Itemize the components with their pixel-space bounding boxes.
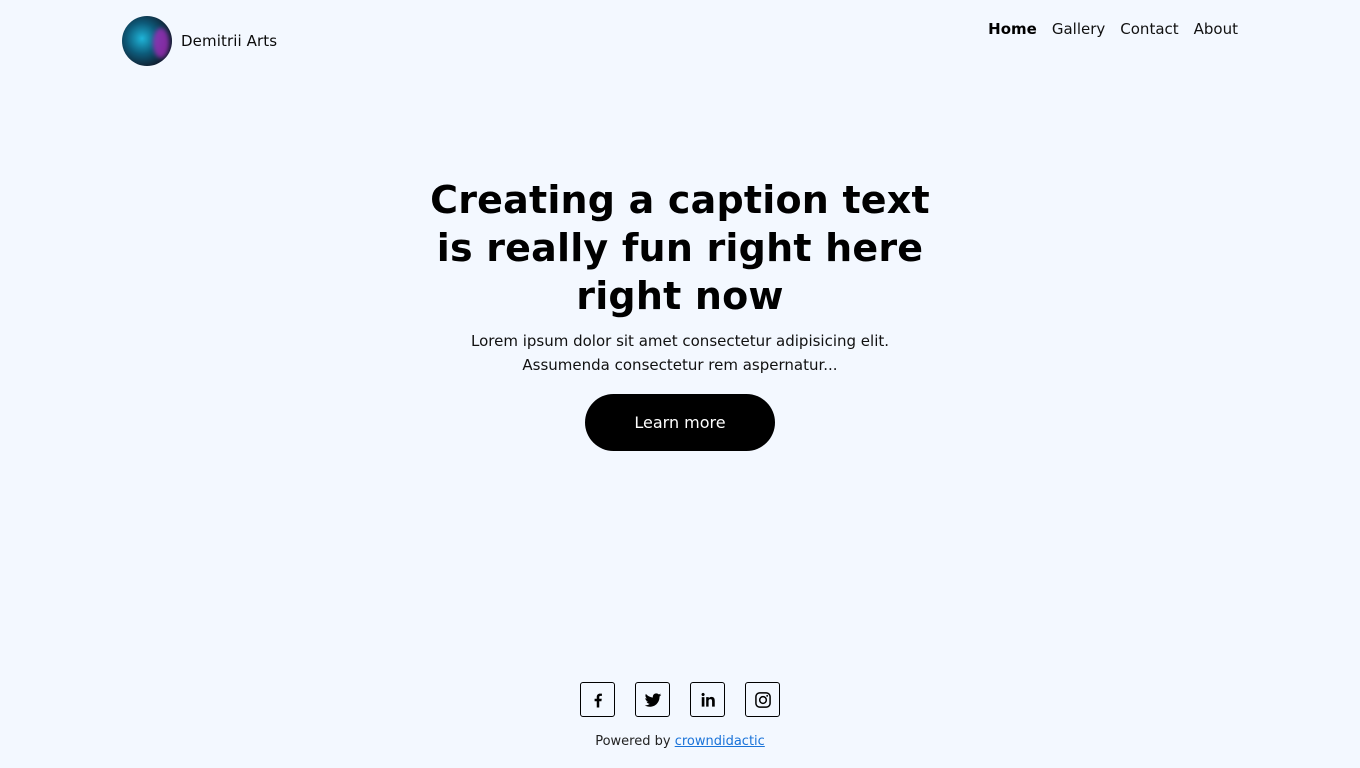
twitter-link[interactable] bbox=[635, 682, 670, 717]
avatar bbox=[122, 16, 172, 66]
facebook-link[interactable] bbox=[580, 682, 615, 717]
nav-link-home[interactable]: Home bbox=[988, 19, 1037, 39]
main-nav: Home Gallery Contact About bbox=[988, 19, 1238, 39]
nav-link-gallery[interactable]: Gallery bbox=[1052, 19, 1105, 39]
brand-link[interactable]: Demitrii Arts bbox=[122, 16, 277, 66]
twitter-icon bbox=[643, 690, 663, 710]
linkedin-icon bbox=[698, 690, 718, 710]
hero-title: Creating a caption text is really fun ri… bbox=[430, 178, 930, 318]
learn-more-button[interactable]: Learn more bbox=[585, 394, 775, 451]
brand-name: Demitrii Arts bbox=[181, 32, 278, 50]
site-header: Demitrii Arts Home Gallery Contact About bbox=[122, 16, 1238, 68]
facebook-icon bbox=[588, 690, 608, 710]
powered-by-link[interactable]: crowndidactic bbox=[675, 734, 765, 749]
social-links bbox=[0, 682, 1360, 717]
powered-by: Powered by crowndidactic bbox=[0, 734, 1360, 749]
nav-link-about[interactable]: About bbox=[1194, 19, 1238, 39]
hero-subtitle: Lorem ipsum dolor sit amet consectetur a… bbox=[470, 332, 890, 374]
hero-section: Creating a caption text is really fun ri… bbox=[0, 176, 1360, 451]
powered-by-text: Powered by bbox=[595, 734, 671, 749]
instagram-icon bbox=[753, 690, 773, 710]
nav-link-contact[interactable]: Contact bbox=[1120, 19, 1178, 39]
instagram-link[interactable] bbox=[745, 682, 780, 717]
linkedin-link[interactable] bbox=[690, 682, 725, 717]
